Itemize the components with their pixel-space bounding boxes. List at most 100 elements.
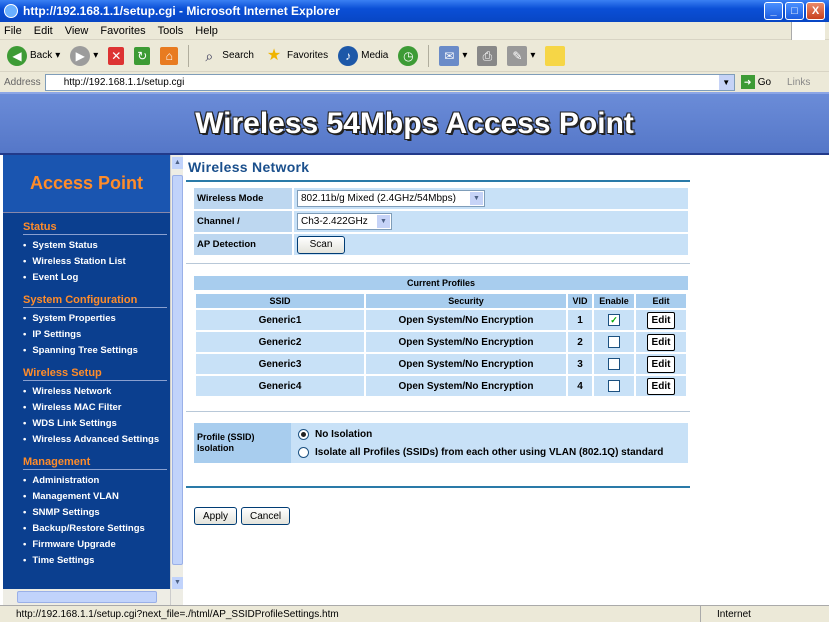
enable-checkbox[interactable]: ✓	[608, 314, 620, 326]
address-dropdown-icon[interactable]: ▼	[718, 74, 734, 90]
note-icon	[545, 45, 566, 66]
home-icon: ⌂	[160, 46, 179, 65]
security-cell: Open System/No Encryption	[366, 376, 566, 396]
sidebar-item-system-status[interactable]: System Status	[23, 238, 170, 254]
table-row: Generic2 Open System/No Encryption 2 Edi…	[196, 332, 686, 352]
minimize-button[interactable]: _	[764, 2, 783, 20]
divider	[186, 263, 690, 264]
menu-tools[interactable]: Tools	[158, 25, 184, 37]
media-button[interactable]: ♪ Media	[335, 44, 391, 68]
sidebar-item-wds-link-settings[interactable]: WDS Link Settings	[23, 416, 170, 432]
sidebar-item-spanning-tree-settings[interactable]: Spanning Tree Settings	[23, 343, 170, 359]
scroll-down-icon[interactable]: ▼	[172, 577, 183, 589]
scan-button[interactable]: Scan	[297, 235, 345, 254]
home-button[interactable]: ⌂	[157, 45, 181, 67]
channel-select[interactable]: Ch3-2.422GHz ▼	[297, 213, 392, 230]
sidebar-section-title: Management	[23, 456, 167, 470]
enable-checkbox[interactable]	[608, 380, 620, 392]
browser-toolbar: ◀ Back ▾ ▶ ▾ ✕ ↻ ⌂ ⌕ Search ★ Favorites ♪ Medi…	[0, 40, 829, 72]
apply-button[interactable]: Apply	[194, 507, 238, 525]
status-text: http://192.168.1.1/setup.cgi?next_file=.…	[16, 608, 339, 620]
sidebar-item-wireless-station-list[interactable]: Wireless Station List	[23, 254, 170, 270]
radio-unselected-icon[interactable]	[298, 447, 309, 458]
profiles-section: Current Profiles SSID Security VID Enabl…	[194, 276, 688, 398]
column-header: Edit	[636, 294, 686, 308]
sidebar-item-system-properties[interactable]: System Properties	[23, 311, 170, 327]
ssid-cell: Generic1	[196, 310, 364, 330]
sidebar-item-snmp-settings[interactable]: SNMP Settings	[23, 505, 170, 521]
isolation-option-vlan[interactable]: Isolate all Profiles (SSIDs) from each o…	[298, 447, 663, 458]
column-header: SSID	[196, 294, 364, 308]
refresh-icon: ↻	[134, 46, 151, 65]
edit-page-icon: ✎	[507, 45, 528, 66]
sidebar-item-administration[interactable]: Administration	[23, 473, 170, 489]
scrollbar-thumb[interactable]	[17, 591, 157, 603]
wireless-mode-select[interactable]: 802.11b/g Mixed (2.4GHz/54Mbps) ▼	[297, 190, 485, 207]
scrollbar-thumb[interactable]	[172, 175, 183, 565]
page-content: Wireless 54Mbps Access Point Access Poin…	[0, 92, 829, 605]
sidebar-section-status: Status System Status Wireless Station Li…	[3, 221, 170, 286]
sidebar-item-event-log[interactable]: Event Log	[23, 270, 170, 286]
sidebar-item-wireless-network[interactable]: Wireless Network	[23, 384, 170, 400]
back-button[interactable]: ◀ Back ▾	[4, 44, 63, 68]
print-button[interactable]: ⎙	[474, 44, 500, 68]
isolation-row: Profile (SSID) Isolation No Isolation Is…	[194, 423, 688, 463]
close-button[interactable]: X	[806, 2, 825, 20]
sidebar-item-firmware-upgrade[interactable]: Firmware Upgrade	[23, 537, 170, 553]
main-panel: Wireless Network Wireless Mode 802.11b/g…	[186, 155, 826, 605]
window-titlebar: http://192.168.1.1/setup.cgi - Microsoft…	[0, 0, 829, 22]
messenger-button[interactable]	[542, 44, 568, 68]
header-banner: Wireless 54Mbps Access Point	[0, 92, 829, 155]
sidebar-item-management-vlan[interactable]: Management VLAN	[23, 489, 170, 505]
mail-button[interactable]: ✉ ▾	[436, 44, 470, 68]
edit-button[interactable]: Edit	[646, 333, 676, 351]
history-button[interactable]: ◷	[395, 44, 421, 68]
menu-help[interactable]: Help	[195, 25, 218, 37]
ap-detection-row: AP Detection Scan	[194, 234, 688, 255]
edit-button[interactable]: Edit	[646, 311, 676, 329]
sidebar-item-wireless-advanced-settings[interactable]: Wireless Advanced Settings	[23, 432, 170, 448]
profiles-table: SSID Security VID Enable Edit Generic1 O…	[194, 292, 688, 398]
sidebar-item-ip-settings[interactable]: IP Settings	[23, 327, 170, 343]
divider	[186, 411, 690, 412]
search-button[interactable]: ⌕ Search	[196, 44, 257, 68]
sidebar-item-time-settings[interactable]: Time Settings	[23, 553, 170, 569]
profiles-heading: Current Profiles	[194, 276, 688, 290]
stop-button[interactable]: ✕	[105, 45, 127, 67]
sidebar-section-title: Status	[23, 221, 167, 235]
edit-page-button[interactable]: ✎ ▾	[504, 44, 538, 68]
cancel-button[interactable]: Cancel	[241, 507, 291, 525]
links-button[interactable]: Links	[787, 77, 810, 88]
enable-checkbox[interactable]	[608, 358, 620, 370]
sidebar-vertical-scrollbar[interactable]: ▲ ▼	[170, 155, 183, 605]
maximize-button[interactable]: □	[785, 2, 804, 20]
ssid-cell: Generic4	[196, 376, 364, 396]
isolation-option-none[interactable]: No Isolation	[298, 429, 372, 440]
favorites-button[interactable]: ★ Favorites	[261, 44, 331, 68]
menu-edit[interactable]: Edit	[34, 25, 53, 37]
edit-button[interactable]: Edit	[646, 377, 676, 395]
sidebar-item-backup-restore-settings[interactable]: Backup/Restore Settings	[23, 521, 170, 537]
sidebar-section-system-configuration: System Configuration System Properties I…	[3, 294, 170, 359]
go-button[interactable]: ➜ Go	[740, 75, 771, 89]
menu-file[interactable]: File	[4, 25, 22, 37]
enable-checkbox[interactable]	[608, 336, 620, 348]
menu-favorites[interactable]: Favorites	[100, 25, 145, 37]
sidebar-item-wireless-mac-filter[interactable]: Wireless MAC Filter	[23, 400, 170, 416]
vid-cell: 4	[568, 376, 592, 396]
column-header: VID	[568, 294, 592, 308]
edit-button[interactable]: Edit	[646, 355, 676, 373]
vid-cell: 1	[568, 310, 592, 330]
refresh-button[interactable]: ↻	[131, 45, 153, 67]
page-title: Wireless Network	[188, 159, 310, 175]
search-icon: ⌕	[205, 47, 214, 64]
forward-button[interactable]: ▶ ▾	[67, 44, 101, 68]
sidebar-horizontal-scrollbar[interactable]	[3, 589, 170, 605]
menu-view[interactable]: View	[65, 25, 89, 37]
radio-selected-icon[interactable]	[298, 429, 309, 440]
address-label: Address	[4, 76, 41, 88]
stop-icon: ✕	[108, 46, 125, 65]
address-input[interactable]: http://192.168.1.1/setup.cgi ▼	[44, 73, 735, 91]
chevron-down-icon: ▼	[377, 215, 390, 228]
scroll-up-icon[interactable]: ▲	[172, 157, 183, 169]
